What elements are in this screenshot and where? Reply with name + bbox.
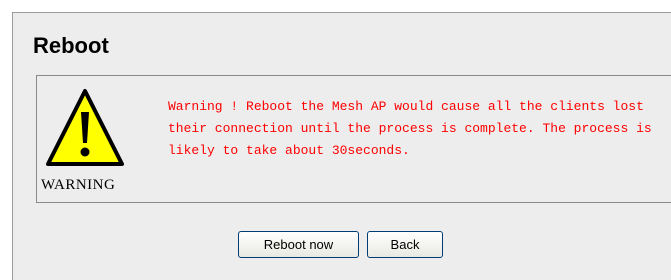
warning-box: WARNING Warning ! Reboot the Mesh AP wou… [36, 75, 671, 203]
warning-triangle-icon [46, 89, 124, 166]
reboot-panel: Reboot WARNING Warning ! Reboot the Mesh… [12, 12, 671, 280]
back-button[interactable]: Back [367, 231, 443, 258]
warning-caption: WARNING [41, 177, 116, 193]
warning-message: Warning ! Reboot the Mesh AP would cause… [168, 99, 652, 158]
page-title: Reboot [33, 33, 109, 58]
button-row: Reboot now Back [238, 231, 443, 258]
reboot-now-button[interactable]: Reboot now [238, 231, 359, 258]
